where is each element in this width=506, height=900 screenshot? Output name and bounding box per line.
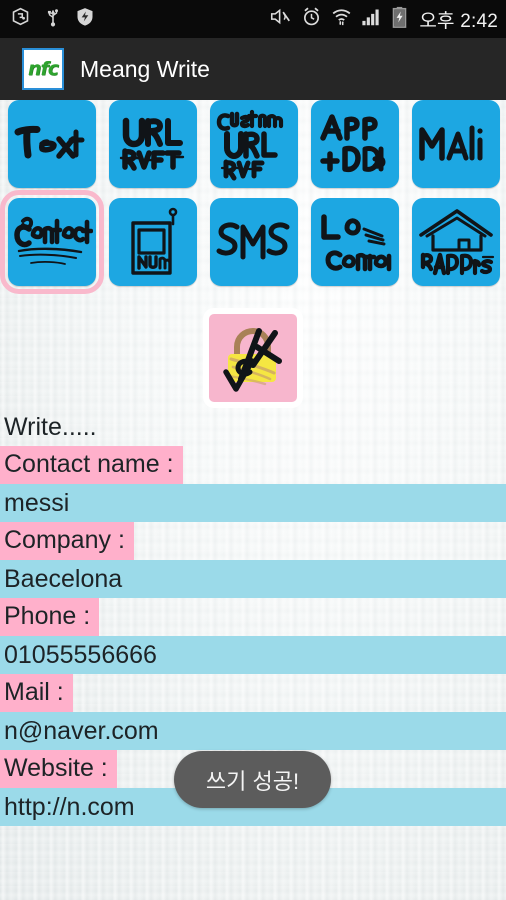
tag-type-button-address[interactable] xyxy=(412,198,500,286)
app-add-handwriting-icon xyxy=(320,114,386,173)
field-label-phone: Phone : xyxy=(0,598,506,636)
usb-debug-icon xyxy=(10,6,31,32)
action-bar: nfc Meang Write xyxy=(0,38,506,100)
field-label-text: Mail : xyxy=(0,674,73,712)
field-label-mail: Mail : xyxy=(0,674,506,712)
status-bar-left-icons xyxy=(10,6,95,32)
tag-type-row-2 xyxy=(0,190,506,294)
field-label-company: Company : xyxy=(0,522,506,560)
alarm-icon xyxy=(301,6,322,32)
field-value-phone[interactable]: 01055556666 xyxy=(0,636,506,674)
location-handwriting-icon xyxy=(321,214,392,272)
mail-handwriting-icon xyxy=(419,125,483,161)
field-value-text: n@naver.com xyxy=(4,716,159,745)
usb-icon xyxy=(45,6,61,32)
lock-button-row xyxy=(0,308,506,408)
custom-url-handwriting-icon xyxy=(216,109,284,181)
text-handwriting-icon xyxy=(14,125,85,159)
address-house-handwriting-icon xyxy=(419,209,495,276)
tag-type-button-mail[interactable] xyxy=(412,100,500,188)
app-logo-icon: nfc xyxy=(22,48,64,90)
tag-type-button-number[interactable] xyxy=(109,198,197,286)
tag-type-button-text[interactable] xyxy=(8,100,96,188)
app-logo-label: nfc xyxy=(27,57,59,80)
contact-handwriting-icon xyxy=(14,216,93,265)
field-value-text: 01055556666 xyxy=(4,640,157,669)
tag-type-button-contact[interactable] xyxy=(0,190,104,294)
status-bar-clock: 오후 2:42 xyxy=(419,10,498,32)
field-value-company[interactable]: Baecelona xyxy=(0,560,506,598)
field-label-text: Phone : xyxy=(0,598,100,636)
url-handwriting-icon xyxy=(119,117,185,171)
field-label-text: Contact name : xyxy=(0,446,183,484)
app-title: Meang Write xyxy=(80,55,210,82)
lock-handwriting-icon xyxy=(223,328,282,392)
toast-notification: 쓰기 성공! xyxy=(174,751,331,808)
lock-button[interactable] xyxy=(203,308,303,408)
battery-charging-icon xyxy=(392,6,407,33)
field-value-text: http://n.com xyxy=(4,792,135,821)
tag-type-button-grid xyxy=(0,100,506,294)
tag-type-row-1 xyxy=(0,100,506,188)
app-screen: 오후 2:42 nfc Meang Write Write..... Conta… xyxy=(0,0,506,900)
num-phone-handwriting-icon xyxy=(131,207,178,275)
tag-type-button-location[interactable] xyxy=(311,198,399,286)
sms-handwriting-icon xyxy=(216,222,290,260)
shield-icon xyxy=(75,6,95,32)
field-label-text: Website : xyxy=(0,750,117,788)
status-bar: 오후 2:42 xyxy=(0,0,506,38)
form-heading: Write..... xyxy=(4,412,97,441)
field-value-text: messi xyxy=(4,488,70,517)
tag-type-button-url[interactable] xyxy=(109,100,197,188)
tag-type-button-custom-url[interactable] xyxy=(210,100,298,188)
wifi-icon xyxy=(331,6,352,32)
field-label-text: Company : xyxy=(0,522,134,560)
mute-icon xyxy=(269,6,292,32)
status-bar-right-icons: 오후 2:42 xyxy=(269,6,498,33)
field-value-text: Baecelona xyxy=(4,564,123,593)
field-value-mail[interactable]: n@naver.com xyxy=(0,712,506,750)
tag-type-button-app-add[interactable] xyxy=(311,100,399,188)
toast-message: 쓰기 성공! xyxy=(205,768,300,794)
field-label-contact-name: Contact name : xyxy=(0,446,506,484)
form-heading-row: Write..... xyxy=(0,408,506,446)
signal-icon xyxy=(361,6,383,32)
tag-type-button-sms[interactable] xyxy=(210,198,298,286)
field-value-contact-name[interactable]: messi xyxy=(0,484,506,522)
